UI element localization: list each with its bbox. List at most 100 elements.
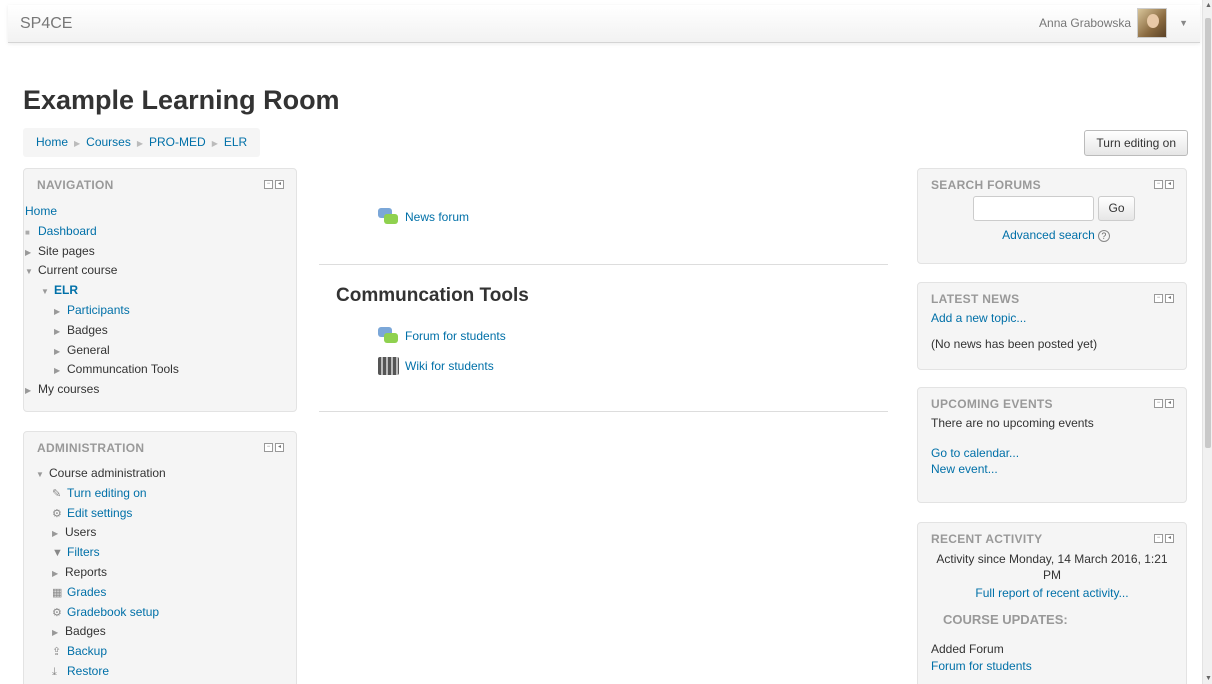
triangle-right-icon[interactable]: ▶: [25, 381, 38, 401]
avatar[interactable]: [1137, 8, 1168, 38]
dock-icon[interactable]: ◂: [1165, 534, 1174, 543]
latest-news-block: LATEST NEWS − ◂ Add a new topic... (No ne…: [917, 282, 1187, 370]
admin-filters[interactable]: ▼ Filters: [36, 543, 284, 563]
nav-dashboard[interactable]: ■ Dashboard: [25, 222, 284, 242]
admin-gradebook-setup[interactable]: ⚙ Gradebook setup: [36, 603, 284, 623]
news-forum-link[interactable]: News forum: [405, 210, 469, 224]
nav-general[interactable]: ▶ General: [25, 341, 284, 361]
scroll-down-icon[interactable]: ▼: [1205, 675, 1212, 682]
triangle-right-icon[interactable]: ▶: [52, 564, 65, 584]
block-controls: − ◂: [1154, 399, 1174, 408]
triangle-right-icon[interactable]: ▶: [54, 361, 67, 381]
triangle-down-icon[interactable]: ▼: [41, 282, 54, 302]
triangle-right-icon[interactable]: ▶: [25, 243, 38, 263]
nav-my-courses[interactable]: ▶ My courses: [25, 380, 284, 400]
search-go-button[interactable]: Go: [1098, 196, 1135, 221]
new-event-link[interactable]: New event...: [931, 462, 998, 476]
nav-home[interactable]: Home: [25, 202, 284, 222]
activity-news-forum[interactable]: News forum: [378, 208, 469, 226]
add-new-topic-link[interactable]: Add a new topic...: [931, 311, 1026, 325]
triangle-right-icon[interactable]: ▶: [52, 524, 65, 544]
admin-course-administration-label: Course administration: [49, 466, 166, 480]
nav-course-link[interactable]: ELR: [54, 283, 78, 297]
nav-badges-label: Badges: [67, 322, 108, 337]
admin-reports[interactable]: ▶ Reports: [36, 563, 284, 583]
breadcrumb-course[interactable]: ELR: [224, 135, 247, 149]
dock-icon[interactable]: ◂: [275, 180, 284, 189]
dock-icon[interactable]: ◂: [275, 443, 284, 452]
scroll-up-icon[interactable]: ▲: [1205, 2, 1212, 9]
forum-for-students-link[interactable]: Forum for students: [405, 329, 506, 343]
nav-home-link[interactable]: Home: [25, 204, 57, 218]
nav-site-pages[interactable]: ▶ Site pages: [25, 242, 284, 262]
scroll-thumb[interactable]: [1205, 18, 1211, 448]
course-updates-heading: COURSE UPDATES:: [943, 612, 1068, 627]
admin-backup-link[interactable]: Backup: [67, 644, 107, 658]
breadcrumb-separator-icon: ▶: [136, 139, 144, 148]
breadcrumb-courses[interactable]: Courses: [86, 135, 131, 149]
nav-badges[interactable]: ▶ Badges: [25, 321, 284, 341]
breadcrumb-category[interactable]: PRO-MED: [149, 135, 206, 149]
admin-course-administration[interactable]: ▼ Course administration: [36, 464, 284, 484]
nav-communcation-tools[interactable]: ▶ Communcation Tools: [25, 360, 284, 380]
admin-backup[interactable]: ⇪ Backup: [36, 642, 284, 662]
caret-down-icon[interactable]: ▼: [1179, 18, 1188, 28]
nav-participants-link[interactable]: Participants: [67, 303, 130, 317]
search-forums-input[interactable]: [973, 196, 1094, 221]
dock-icon[interactable]: ◂: [1165, 399, 1174, 408]
user-menu[interactable]: Anna Grabowska ▼: [1039, 8, 1188, 38]
nav-communcation-tools-label: Communcation Tools: [67, 362, 179, 377]
nav-general-label: General: [67, 342, 110, 357]
go-to-calendar-link[interactable]: Go to calendar...: [931, 446, 1019, 460]
dock-icon[interactable]: ◂: [1165, 180, 1174, 189]
upcoming-events-block: UPCOMING EVENTS − ◂ There are no upcoming…: [917, 387, 1187, 503]
triangle-down-icon[interactable]: ▼: [36, 465, 49, 485]
recent-forum-link[interactable]: Forum for students: [931, 659, 1032, 673]
admin-badges[interactable]: ▶ Badges: [36, 622, 284, 642]
full-report-link[interactable]: Full report of recent activity...: [975, 586, 1128, 600]
nav-dashboard-link[interactable]: Dashboard: [38, 224, 97, 238]
collapse-icon[interactable]: −: [264, 443, 273, 452]
wiki-for-students-link[interactable]: Wiki for students: [405, 359, 494, 373]
admin-turn-editing-link[interactable]: Turn editing on: [67, 486, 147, 500]
collapse-icon[interactable]: −: [264, 180, 273, 189]
breadcrumb-home[interactable]: Home: [36, 135, 68, 149]
collapse-icon[interactable]: −: [1154, 534, 1163, 543]
admin-grades[interactable]: ▦ Grades: [36, 583, 284, 603]
collapse-icon[interactable]: −: [1154, 399, 1163, 408]
nav-current-course[interactable]: ▼ Current course: [25, 261, 284, 281]
breadcrumb: Home ▶ Courses ▶ PRO-MED ▶ ELR: [23, 128, 261, 157]
triangle-right-icon[interactable]: ▶: [54, 342, 67, 362]
collapse-icon[interactable]: −: [1154, 180, 1163, 189]
admin-users[interactable]: ▶ Users: [36, 523, 284, 543]
turn-editing-on-button[interactable]: Turn editing on: [1084, 130, 1188, 156]
block-controls: − ◂: [264, 180, 284, 189]
advanced-search-link[interactable]: Advanced search: [1002, 228, 1095, 242]
collapse-icon[interactable]: −: [1154, 294, 1163, 303]
triangle-right-icon[interactable]: ▶: [54, 322, 67, 342]
dock-icon[interactable]: ◂: [1165, 294, 1174, 303]
gear-icon: ⚙: [52, 606, 62, 619]
admin-edit-settings[interactable]: ⚙ Edit settings: [36, 504, 284, 524]
page-title: Example Learning Room: [23, 85, 340, 115]
triangle-right-icon[interactable]: ▶: [52, 623, 65, 643]
triangle-right-icon[interactable]: ▶: [54, 302, 67, 322]
site-brand[interactable]: SP4CE: [20, 15, 72, 33]
user-name[interactable]: Anna Grabowska: [1039, 16, 1131, 30]
admin-gradebook-setup-link[interactable]: Gradebook setup: [67, 605, 159, 619]
admin-filters-link[interactable]: Filters: [67, 545, 100, 559]
section-title: Communcation Tools: [336, 285, 529, 306]
admin-grades-link[interactable]: Grades: [67, 585, 106, 599]
activity-forum-for-students[interactable]: Forum for students: [378, 327, 506, 345]
admin-restore-link[interactable]: Restore: [67, 664, 109, 678]
admin-turn-editing-on[interactable]: ✎ Turn editing on: [36, 484, 284, 504]
triangle-down-icon[interactable]: ▼: [25, 262, 38, 282]
nav-course-elr[interactable]: ▼ ELR: [25, 281, 284, 301]
nav-participants[interactable]: ▶ Participants: [25, 301, 284, 321]
activity-wiki-for-students[interactable]: Wiki for students: [378, 357, 494, 375]
page-scrollbar[interactable]: ▲ ▼: [1202, 0, 1212, 684]
help-icon[interactable]: ?: [1097, 230, 1110, 242]
admin-edit-settings-link[interactable]: Edit settings: [67, 506, 132, 520]
admin-restore[interactable]: ⤓ Restore: [36, 662, 284, 682]
table-icon: ▦: [52, 586, 63, 599]
